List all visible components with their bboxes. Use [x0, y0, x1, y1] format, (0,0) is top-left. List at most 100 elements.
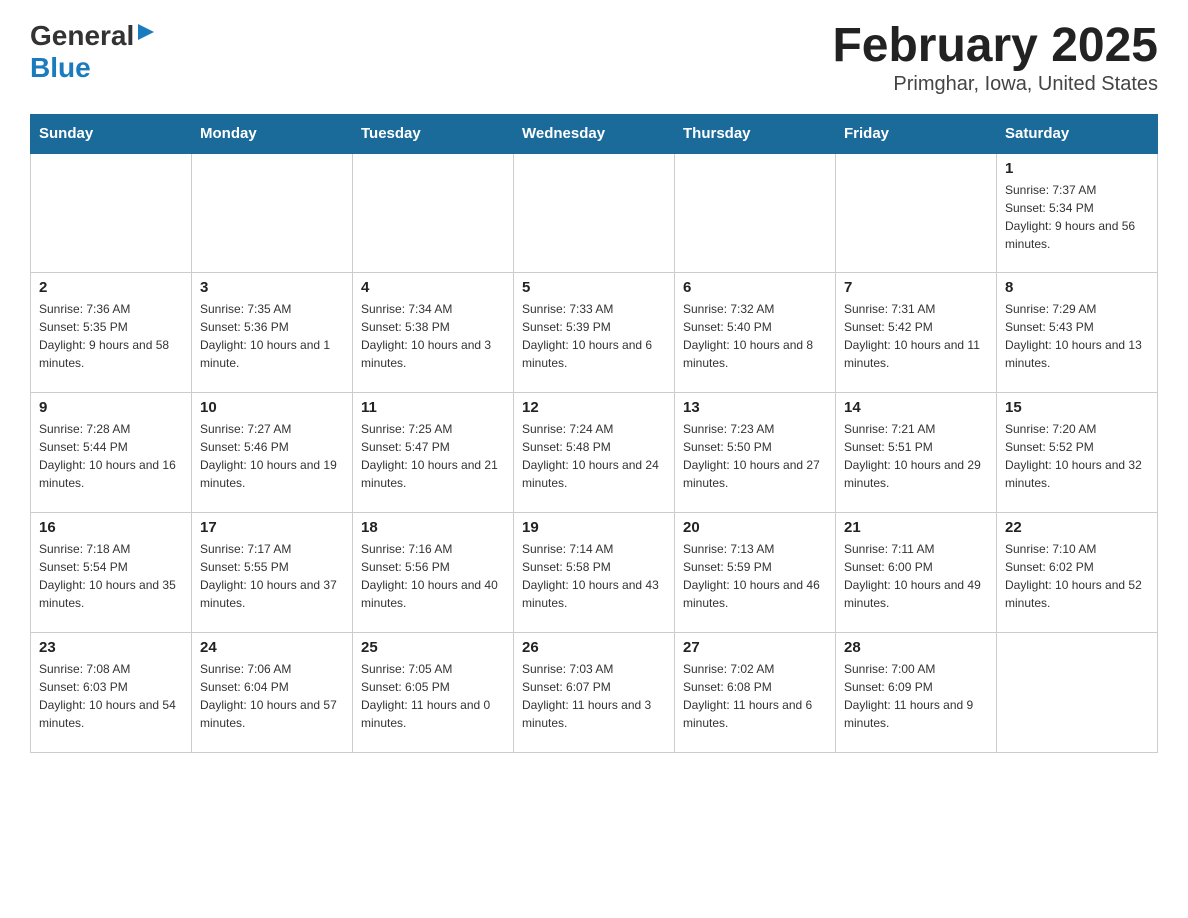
- table-row: 21Sunrise: 7:11 AMSunset: 6:00 PMDayligh…: [836, 513, 997, 633]
- daylight-text: Daylight: 10 hours and 54 minutes.: [39, 696, 183, 732]
- col-wednesday: Wednesday: [514, 114, 675, 153]
- col-sunday: Sunday: [31, 114, 192, 153]
- daylight-text: Daylight: 10 hours and 13 minutes.: [1005, 336, 1149, 372]
- daylight-text: Daylight: 10 hours and 29 minutes.: [844, 456, 988, 492]
- sunrise-text: Sunrise: 7:13 AM: [683, 540, 827, 558]
- sunrise-text: Sunrise: 7:05 AM: [361, 660, 505, 678]
- day-number: 10: [200, 399, 344, 416]
- sunrise-text: Sunrise: 7:23 AM: [683, 420, 827, 438]
- daylight-text: Daylight: 10 hours and 57 minutes.: [200, 696, 344, 732]
- day-number: 7: [844, 279, 988, 296]
- sunset-text: Sunset: 5:54 PM: [39, 558, 183, 576]
- day-number: 2: [39, 279, 183, 296]
- sunrise-text: Sunrise: 7:21 AM: [844, 420, 988, 438]
- day-number: 26: [522, 639, 666, 656]
- day-number: 21: [844, 519, 988, 536]
- day-number: 11: [361, 399, 505, 416]
- sunset-text: Sunset: 5:55 PM: [200, 558, 344, 576]
- col-tuesday: Tuesday: [353, 114, 514, 153]
- day-info: Sunrise: 7:36 AMSunset: 5:35 PMDaylight:…: [39, 300, 183, 372]
- table-row: [675, 153, 836, 273]
- table-row: [836, 153, 997, 273]
- calendar-table: Sunday Monday Tuesday Wednesday Thursday…: [30, 114, 1158, 754]
- day-info: Sunrise: 7:28 AMSunset: 5:44 PMDaylight:…: [39, 420, 183, 492]
- sunrise-text: Sunrise: 7:33 AM: [522, 300, 666, 318]
- table-row: 12Sunrise: 7:24 AMSunset: 5:48 PMDayligh…: [514, 393, 675, 513]
- day-number: 9: [39, 399, 183, 416]
- calendar-week-row: 16 Sunrise: 7:18 AMSunset: 5:54 PM Dayligh…: [31, 513, 1158, 633]
- table-row: 28 Sunrise: 7:00 AMSunset: 6:09 PMDayligh…: [836, 633, 997, 753]
- daylight-text: Daylight: 10 hours and 21 minutes.: [361, 456, 505, 492]
- sunrise-text: Sunrise: 7:10 AM: [1005, 540, 1149, 558]
- sunset-text: Sunset: 5:43 PM: [1005, 318, 1149, 336]
- daylight-text: Daylight: 10 hours and 24 minutes.: [522, 456, 666, 492]
- daylight-text: Daylight: 10 hours and 8 minutes.: [683, 336, 827, 372]
- day-number: 28: [844, 639, 988, 656]
- table-row: 15Sunrise: 7:20 AMSunset: 5:52 PMDayligh…: [997, 393, 1158, 513]
- table-row: 18Sunrise: 7:16 AMSunset: 5:56 PMDayligh…: [353, 513, 514, 633]
- daylight-text: Daylight: 10 hours and 46 minutes.: [683, 576, 827, 612]
- daylight-text: Daylight: 10 hours and 16 minutes.: [39, 456, 183, 492]
- day-info: Sunrise: 7:33 AMSunset: 5:39 PMDaylight:…: [522, 300, 666, 372]
- day-info: Sunrise: 7:06 AMSunset: 6:04 PMDaylight:…: [200, 660, 344, 732]
- sunset-text: Sunset: 5:44 PM: [39, 438, 183, 456]
- sunrise-text: Sunrise: 7:25 AM: [361, 420, 505, 438]
- daylight-text: Daylight: 10 hours and 32 minutes.: [1005, 456, 1149, 492]
- table-row: 26Sunrise: 7:03 AMSunset: 6:07 PMDayligh…: [514, 633, 675, 753]
- day-number: 14: [844, 399, 988, 416]
- sunset-text: Sunset: 6:08 PM: [683, 678, 827, 696]
- day-info: Sunrise: 7:13 AMSunset: 5:59 PMDaylight:…: [683, 540, 827, 612]
- sunset-text: Sunset: 5:39 PM: [522, 318, 666, 336]
- logo-triangle-icon: [136, 22, 156, 47]
- day-number: 4: [361, 279, 505, 296]
- day-info: Sunrise: 7:17 AMSunset: 5:55 PMDaylight:…: [200, 540, 344, 612]
- daylight-text: Daylight: 10 hours and 19 minutes.: [200, 456, 344, 492]
- sunrise-text: Sunrise: 7:29 AM: [1005, 300, 1149, 318]
- table-row: 25Sunrise: 7:05 AMSunset: 6:05 PMDayligh…: [353, 633, 514, 753]
- day-info: Sunrise: 7:10 AMSunset: 6:02 PMDaylight:…: [1005, 540, 1149, 612]
- logo-blue-text: Blue: [30, 52, 91, 83]
- daylight-text: Daylight: 10 hours and 1 minute.: [200, 336, 344, 372]
- daylight-text: Daylight: 10 hours and 6 minutes.: [522, 336, 666, 372]
- day-number: 16: [39, 519, 183, 536]
- page-title: February 2025: [832, 20, 1158, 73]
- daylight-text: Daylight: 10 hours and 27 minutes.: [683, 456, 827, 492]
- sunset-text: Sunset: 5:36 PM: [200, 318, 344, 336]
- table-row: 23 Sunrise: 7:08 AMSunset: 6:03 PMDayligh…: [31, 633, 192, 753]
- day-info: Sunrise: 7:34 AMSunset: 5:38 PMDaylight:…: [361, 300, 505, 372]
- day-info: Sunrise: 7:05 AMSunset: 6:05 PMDaylight:…: [361, 660, 505, 732]
- table-row: 5Sunrise: 7:33 AMSunset: 5:39 PMDaylight…: [514, 273, 675, 393]
- daylight-text: Daylight: 10 hours and 3 minutes.: [361, 336, 505, 372]
- sunset-text: Sunset: 5:48 PM: [522, 438, 666, 456]
- table-row: 22Sunrise: 7:10 AMSunset: 6:02 PMDayligh…: [997, 513, 1158, 633]
- day-number: 23: [39, 639, 183, 656]
- sunrise-text: Sunrise: 7:34 AM: [361, 300, 505, 318]
- table-row: 16Sunrise: 7:18 AMSunset: 5:54 PMDayligh…: [31, 513, 192, 633]
- daylight-text: Daylight: 11 hours and 3 minutes.: [522, 696, 666, 732]
- table-row: 9 Sunrise: 7:28 AMSunset: 5:44 PMDaylight…: [31, 393, 192, 513]
- daylight-text: Daylight: 9 hours and 58 minutes.: [39, 336, 183, 372]
- table-row: [31, 153, 192, 273]
- table-row: 7Sunrise: 7:31 AMSunset: 5:42 PMDaylight…: [836, 273, 997, 393]
- sunrise-text: Sunrise: 7:31 AM: [844, 300, 988, 318]
- daylight-text: Daylight: 10 hours and 52 minutes.: [1005, 576, 1149, 612]
- sunrise-text: Sunrise: 7:08 AM: [39, 660, 183, 678]
- col-thursday: Thursday: [675, 114, 836, 153]
- sunset-text: Sunset: 6:03 PM: [39, 678, 183, 696]
- table-row: 20Sunrise: 7:13 AMSunset: 5:59 PMDayligh…: [675, 513, 836, 633]
- day-info: Sunrise: 7:25 AMSunset: 5:47 PMDaylight:…: [361, 420, 505, 492]
- sunset-text: Sunset: 5:46 PM: [200, 438, 344, 456]
- title-section: February 2025 Primghar, Iowa, United Sta…: [832, 20, 1158, 96]
- sunset-text: Sunset: 5:58 PM: [522, 558, 666, 576]
- table-row: 1Sunrise: 7:37 AMSunset: 5:34 PMDaylight…: [997, 153, 1158, 273]
- sunset-text: Sunset: 5:51 PM: [844, 438, 988, 456]
- daylight-text: Daylight: 9 hours and 56 minutes.: [1005, 217, 1149, 253]
- table-row: 24 Sunrise: 7:06 AMSunset: 6:04 PMDayligh…: [192, 633, 353, 753]
- sunset-text: Sunset: 5:34 PM: [1005, 199, 1149, 217]
- day-info: Sunrise: 7:00 AMSunset: 6:09 PMDaylight:…: [844, 660, 988, 732]
- sunset-text: Sunset: 6:09 PM: [844, 678, 988, 696]
- sunrise-text: Sunrise: 7:18 AM: [39, 540, 183, 558]
- sunset-text: Sunset: 6:02 PM: [1005, 558, 1149, 576]
- day-number: 24: [200, 639, 344, 656]
- sunset-text: Sunset: 6:05 PM: [361, 678, 505, 696]
